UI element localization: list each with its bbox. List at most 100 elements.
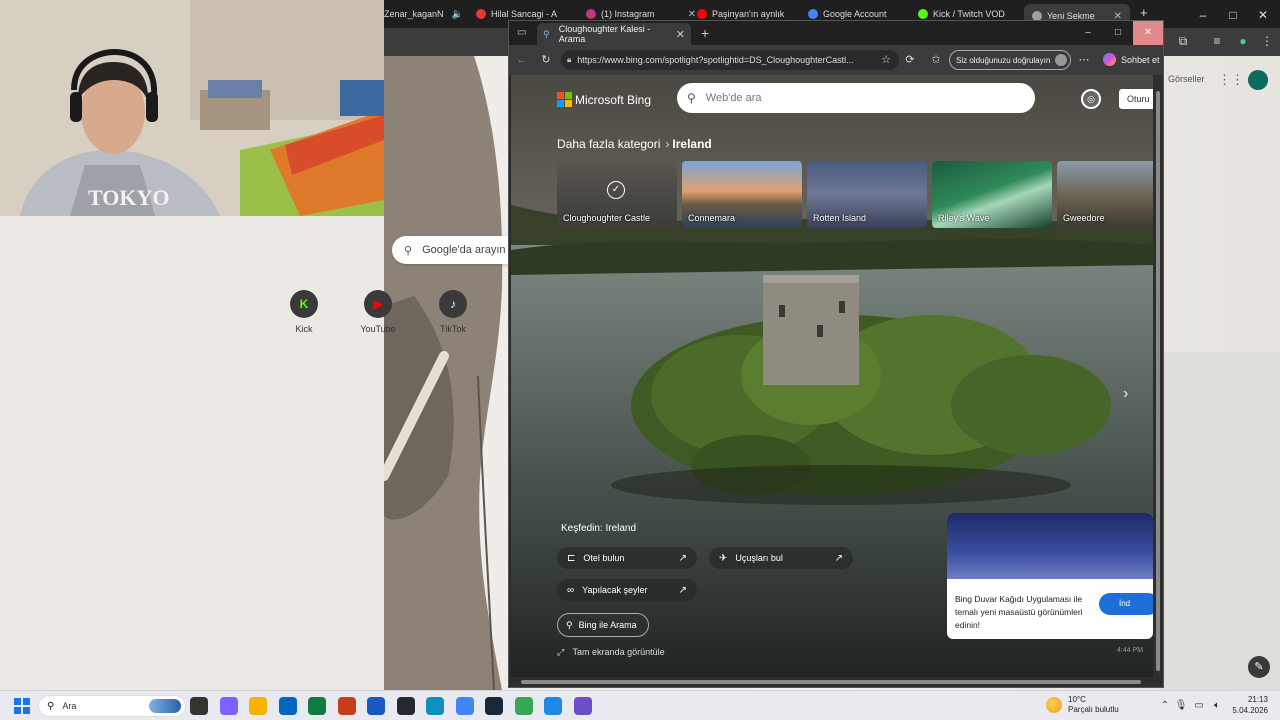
bing-search-input[interactable] — [705, 92, 986, 104]
address-bar[interactable]: 🔒︎ https://www.bing.com/spotlight?spotli… — [561, 50, 899, 70]
verify-identity-button[interactable]: Siz olduğunuzu doğrulayın — [949, 50, 1071, 70]
task-view-icon[interactable] — [190, 697, 208, 715]
bg-tab-label: Zenar_kaganN — [384, 9, 444, 19]
file-explorer-icon[interactable] — [249, 697, 267, 715]
windows-start-icon[interactable] — [14, 698, 30, 714]
store-icon[interactable] — [278, 697, 297, 715]
powerpoint-icon[interactable] — [337, 697, 356, 715]
favicon — [918, 9, 928, 19]
close-window-icon[interactable]: ✕ — [1133, 21, 1163, 45]
new-tab-icon[interactable]: + — [701, 25, 709, 41]
maximize-icon[interactable]: □ — [1103, 21, 1133, 45]
rewards-icon[interactable]: ◎ — [1081, 89, 1101, 109]
chrome-alt-icon[interactable] — [514, 697, 533, 715]
close-icon[interactable]: ✕ — [688, 9, 696, 20]
reading-list-icon[interactable]: ≡ — [1210, 34, 1224, 48]
app-blue-icon[interactable] — [544, 697, 562, 715]
microphone-icon[interactable]: 🎙︎ — [1174, 699, 1188, 713]
horizontal-scrollbar[interactable] — [511, 677, 1153, 687]
category-card-connemara[interactable]: Connemara — [682, 161, 802, 228]
close-icon[interactable]: ✕ — [1256, 8, 1270, 22]
breadcrumb-root[interactable]: Daha fazla kategori — [557, 137, 660, 151]
tiktok-icon: ♪ — [439, 290, 467, 318]
excel-icon[interactable] — [308, 697, 326, 715]
search-with-bing-label: Bing ile Arama — [578, 620, 637, 630]
category-card-gweedore[interactable]: Gweedore — [1057, 161, 1153, 228]
new-tab-icon[interactable]: + — [1140, 5, 1148, 20]
shortcut-kick[interactable]: K Kick — [274, 290, 334, 334]
shortcut-label: Kick — [295, 324, 313, 334]
extensions-icon[interactable]: ⧉ — [1176, 34, 1190, 48]
maximize-icon[interactable]: □ — [1226, 8, 1240, 22]
back-icon[interactable]: ← — [515, 53, 529, 67]
favorite-star-icon[interactable]: ☆ — [879, 53, 893, 67]
things-to-do-button[interactable]: ∞ Yapılacak şeyler ↗ — [557, 579, 697, 601]
bg-tab-label: (1) Instagram — [601, 9, 655, 19]
speaker-icon: 🔈 — [451, 8, 460, 20]
category-card-rileys-wave[interactable]: Riley's Wave — [932, 161, 1052, 228]
chrome-icon[interactable] — [455, 697, 474, 715]
app-purple-icon[interactable] — [573, 697, 592, 715]
display-icon[interactable]: ▭ — [1192, 699, 1206, 713]
bg-tab-0[interactable]: Zenar_kaganN 🔈 ✕ — [384, 4, 460, 24]
more-options-icon[interactable]: ⋯ — [1077, 53, 1091, 67]
extensions-icon[interactable]: ⟳ — [903, 53, 917, 67]
fullscreen-link[interactable]: ⤢ Tam ekranda görüntüle — [557, 647, 665, 658]
taskbar-search-label: Ara — [62, 701, 77, 711]
chevron-up-icon[interactable]: ⌃ — [1158, 699, 1172, 713]
chevron-right-icon[interactable]: › — [1123, 385, 1139, 405]
download-button[interactable]: İnd — [1099, 593, 1153, 615]
category-card-rotten-island[interactable]: Rotten Island — [807, 161, 927, 228]
breadcrumb: Daha fazla kategori › Ireland — [557, 137, 712, 151]
steam-icon[interactable] — [485, 697, 503, 715]
category-label: Riley's Wave — [938, 213, 990, 223]
scroll-thumb[interactable] — [1156, 91, 1160, 671]
search-with-bing-button[interactable]: ⚲ Bing ile Arama — [557, 613, 649, 637]
weather-widget[interactable]: 10°C Parçalı bulutlu — [1046, 695, 1119, 715]
edge-window[interactable]: ▭ ⚲ Cloughoughter Kalesi - Arama ✕ + – □… — [508, 20, 1164, 688]
customize-pencil-icon[interactable]: ✎ — [1248, 656, 1270, 678]
github-icon[interactable] — [396, 697, 415, 715]
vertical-scrollbar[interactable] — [1153, 75, 1163, 687]
bing-brand[interactable]: Microsoft Bing — [575, 93, 651, 107]
shortcut-label: YouTube — [360, 324, 396, 334]
binoculars-icon: ∞ — [567, 584, 575, 596]
close-icon[interactable]: ✕ — [676, 28, 685, 41]
category-card-cloughoughter[interactable]: ✓ Cloughoughter Castle — [557, 161, 677, 228]
external-link-icon: ↗ — [678, 552, 687, 564]
find-flights-button[interactable]: ✈ Uçuşları bul ↗ — [709, 547, 853, 569]
refresh-icon[interactable]: ↻ — [539, 53, 553, 67]
chrome-menu-icon[interactable]: ⋮ — [1260, 34, 1274, 48]
promo-text: Bing Duvar Kağıdı Uygulaması ile temalı … — [955, 594, 1083, 630]
edge-toolbar: ← ↻ 🔒︎ https://www.bing.com/spotlight?sp… — [509, 45, 1163, 75]
bing-header: Microsoft Bing ⚲ ◎ Oturu — [511, 75, 1153, 125]
shortcut-tiktok[interactable]: ♪ TikTok — [423, 290, 483, 334]
minimize-icon[interactable]: – — [1196, 8, 1210, 22]
scroll-thumb[interactable] — [521, 680, 1141, 684]
search-icon: ⚲ — [566, 619, 573, 630]
taskbar-search[interactable]: ⚲ Ara — [38, 695, 186, 717]
favorites-icon[interactable]: ✩ — [929, 53, 943, 67]
chevron-right-icon: › — [665, 137, 670, 151]
avatar[interactable] — [1248, 70, 1268, 90]
copilot-icon[interactable] — [219, 697, 238, 715]
bed-icon: ⊏ — [567, 552, 576, 564]
tab-actions-icon[interactable]: ▭ — [517, 27, 529, 39]
elephant-wallpaper — [384, 56, 503, 690]
google-search-placeholder: Google'da arayın — [422, 244, 506, 256]
sign-in-button[interactable]: Oturu — [1119, 89, 1153, 109]
images-link[interactable]: Görseller — [1168, 74, 1205, 84]
tab-active[interactable]: ⚲ Cloughoughter Kalesi - Arama ✕ — [537, 23, 691, 45]
bing-search-box[interactable]: ⚲ — [677, 83, 1035, 113]
profile-icon[interactable]: ● — [1236, 34, 1250, 48]
minimize-icon[interactable]: – — [1073, 21, 1103, 45]
shortcut-youtube[interactable]: ▶ YouTube — [348, 290, 408, 334]
edge-icon[interactable] — [426, 697, 444, 715]
copilot-chat-button[interactable]: Sohbet et — [1103, 53, 1160, 66]
clock[interactable]: 21:13 5.04.2026 — [1222, 694, 1268, 716]
word-icon[interactable] — [367, 697, 385, 715]
find-hotel-button[interactable]: ⊏ Otel bulun ↗ — [557, 547, 697, 569]
timestamp: 4:44 PM — [1117, 647, 1144, 654]
check-icon: ✓ — [607, 181, 625, 199]
apps-grid-icon[interactable]: ⋮⋮ — [1218, 72, 1244, 88]
